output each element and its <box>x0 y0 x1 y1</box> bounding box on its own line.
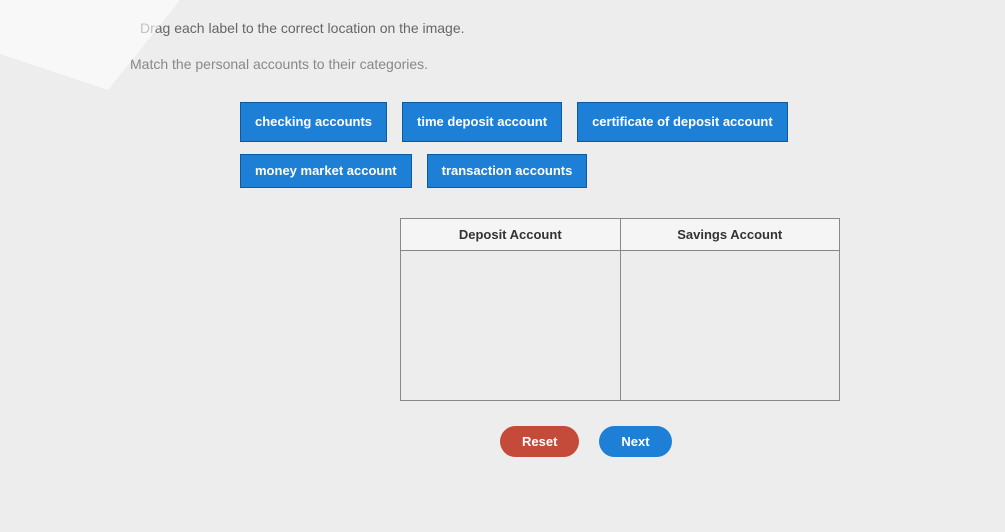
label-row-2: money market account transaction account… <box>240 154 965 188</box>
column-header-deposit-account: Deposit Account <box>401 218 621 250</box>
action-buttons: Reset Next <box>500 426 965 457</box>
instruction-secondary: Match the personal accounts to their cat… <box>130 56 965 72</box>
label-checking-accounts[interactable]: checking accounts <box>240 102 387 142</box>
label-transaction-accounts[interactable]: transaction accounts <box>427 154 588 188</box>
label-money-market-account[interactable]: money market account <box>240 154 412 188</box>
instruction-primary: Drag each label to the correct location … <box>140 20 965 36</box>
label-certificate-of-deposit-account[interactable]: certificate of deposit account <box>577 102 788 142</box>
drop-zone-deposit-account[interactable] <box>401 250 621 400</box>
drop-target-table: Deposit Account Savings Account <box>400 218 840 401</box>
draggable-labels-area: checking accounts time deposit account c… <box>240 102 965 188</box>
label-time-deposit-account[interactable]: time deposit account <box>402 102 562 142</box>
next-button[interactable]: Next <box>599 426 671 457</box>
drop-zone-savings-account[interactable] <box>620 250 840 400</box>
reset-button[interactable]: Reset <box>500 426 579 457</box>
label-row-1: checking accounts time deposit account c… <box>240 102 965 142</box>
glare-overlay <box>0 0 180 90</box>
column-header-savings-account: Savings Account <box>620 218 840 250</box>
